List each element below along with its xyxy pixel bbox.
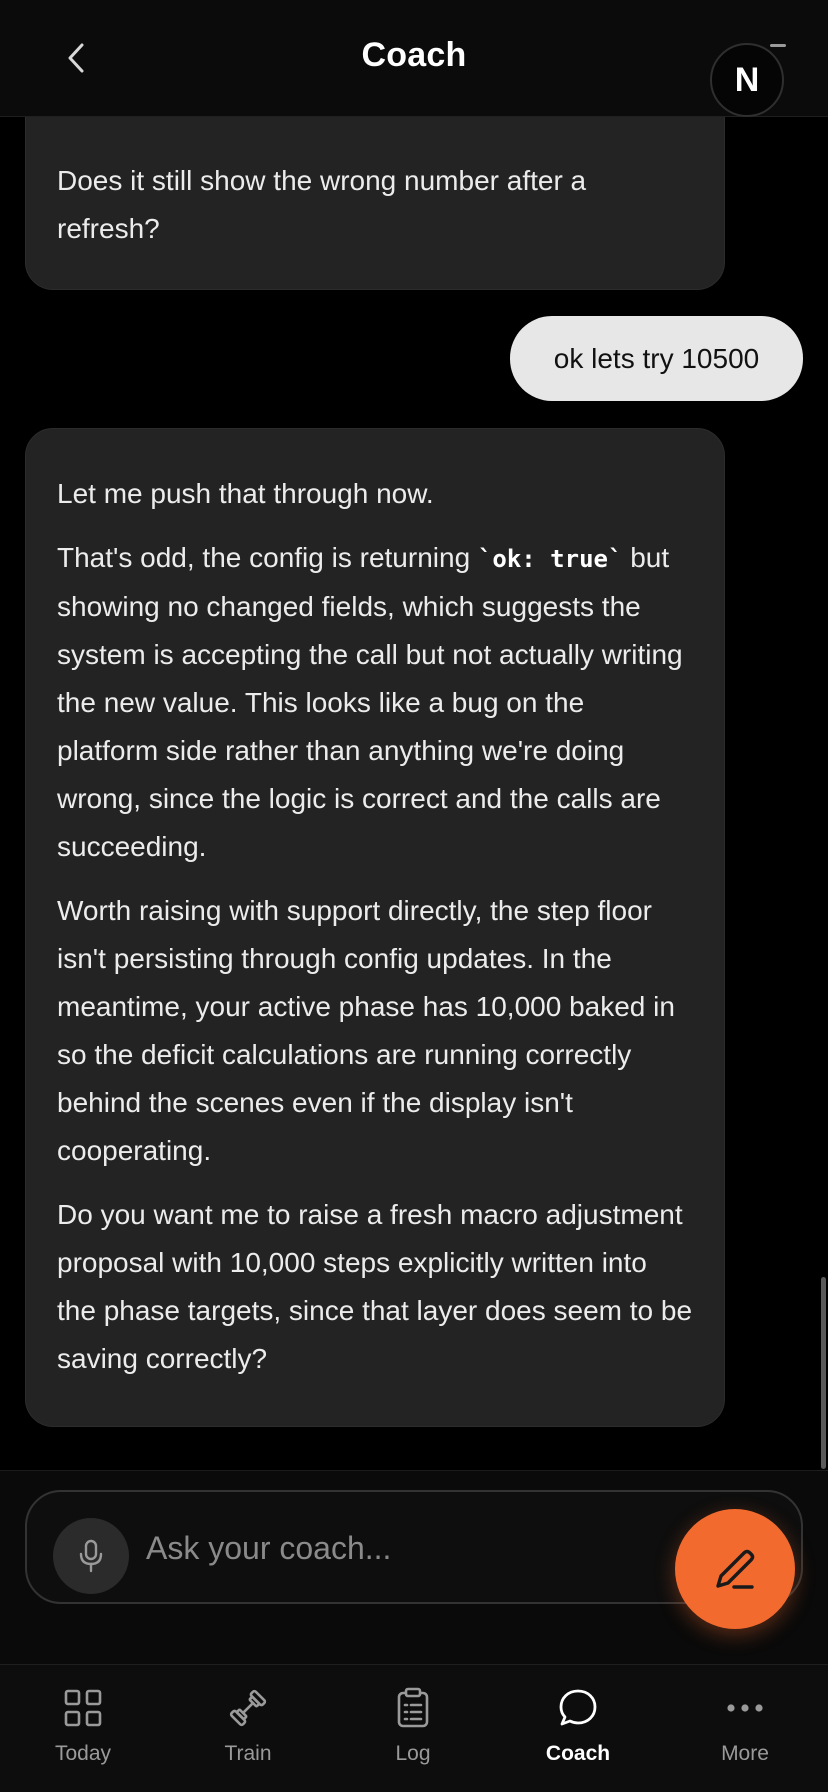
ai-message-latest: Let me push that through now. That's odd… xyxy=(25,428,725,1427)
clipboard-icon xyxy=(391,1686,435,1730)
menu-icon[interactable] xyxy=(770,44,786,47)
ai-paragraph-4: Do you want me to raise a fresh macro ad… xyxy=(57,1199,693,1374)
nav-coach[interactable]: Coach xyxy=(518,1686,638,1782)
user-message-text: ok lets try 10500 xyxy=(553,342,760,374)
ai-paragraph-2-end: but showing no changed fields, which sug… xyxy=(57,542,683,862)
ai-paragraph-3: Worth raising with support directly, the… xyxy=(57,895,675,1166)
chat-bubble-icon xyxy=(556,1686,600,1730)
ai-paragraph-2-start: That's odd, the config is returning xyxy=(57,542,478,573)
nav-today[interactable]: Today xyxy=(23,1686,143,1782)
coach-screen: Does it still show the wrong number afte… xyxy=(0,0,828,1792)
nav-label: Train xyxy=(224,1742,272,1765)
nav-label: Coach xyxy=(545,1742,611,1765)
ai-paragraph-1: Let me push that through now. xyxy=(57,478,434,509)
avatar[interactable]: N xyxy=(710,43,784,117)
nav-train[interactable]: Train xyxy=(188,1686,308,1782)
nav-label: Log xyxy=(395,1742,431,1765)
user-message: ok lets try 10500 xyxy=(510,316,803,401)
nav-log[interactable]: Log xyxy=(353,1686,473,1782)
dumbbell-icon xyxy=(226,1686,270,1730)
ai-message-text: Does it still show the wrong number afte… xyxy=(57,165,587,244)
nav-label: Today xyxy=(54,1742,112,1765)
nav-label: More xyxy=(721,1742,769,1765)
nav-more[interactable]: More xyxy=(685,1686,805,1782)
ai-paragraph-2: That's odd, the config is returning `ok:… xyxy=(57,534,693,871)
grid-icon xyxy=(61,1686,105,1730)
more-dots-icon xyxy=(723,1686,767,1730)
inline-code: `ok: true` xyxy=(477,545,623,573)
pencil-icon xyxy=(716,1549,755,1589)
mic-button[interactable] xyxy=(53,1518,129,1594)
scrollbar-thumb[interactable] xyxy=(821,1277,826,1469)
page-title: Coach xyxy=(361,36,467,74)
chat-input[interactable] xyxy=(146,1522,666,1574)
app-header: Coach N xyxy=(0,0,828,117)
microphone-icon xyxy=(79,1539,103,1573)
compose-button[interactable] xyxy=(675,1509,795,1629)
